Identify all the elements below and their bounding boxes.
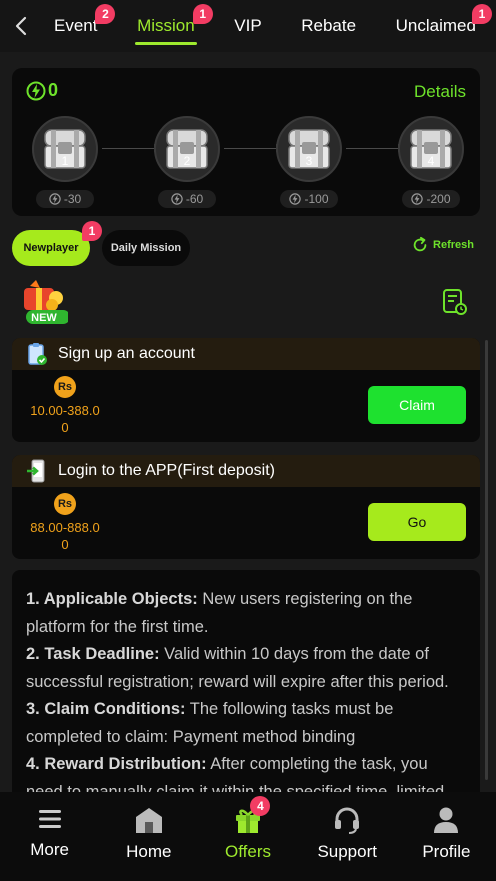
rupee-coin-icon: Rs [54,376,76,398]
nav-profile[interactable]: Profile [397,792,496,881]
refresh-button[interactable]: Refresh [411,236,474,254]
task-title: Sign up an account [58,345,195,362]
chest-2[interactable]: 2 -60 [152,116,222,210]
nav-label: Offers [225,842,271,861]
record-doc-icon[interactable] [442,288,468,316]
phone-login-icon [27,459,45,483]
task-header: Sign up an account [12,338,480,370]
tab-badge: 1 [471,4,492,24]
scrollbar[interactable] [485,340,488,780]
profile-icon [434,807,459,833]
track-line [346,148,398,149]
new-tag: NEW [31,312,57,324]
subtab-newplayer[interactable]: Newplayer [12,230,90,266]
subtab-daily-mission[interactable]: Daily Mission [102,230,190,266]
task-body: Rs 10.00-388.0 0 Claim [12,370,480,442]
nav-label: Profile [422,842,471,861]
chest-number: 1 [62,154,69,168]
tab-label: Event [54,16,98,35]
chest-icon: 4 [398,116,464,182]
tab-badge: 2 [95,4,116,24]
clipboard-check-icon [28,343,47,365]
chest-progress-panel: 0 Details 1 -30 2 -60 3 -100 4 -200 [12,68,480,216]
chest-4[interactable]: 4 -200 [396,116,466,210]
task-body: Rs 88.00-888.0 0 Go [12,487,480,559]
chest-track: 1 -30 2 -60 3 -100 4 -200 [12,116,480,210]
task-card: Login to the APP(First deposit) Rs 88.00… [12,455,480,559]
task-card: Sign up an account Rs 10.00-388.0 0 Clai… [12,338,480,442]
reward-amount: 10.00-388.0 0 [30,403,100,435]
chest-cost: -200 [402,190,460,208]
rule-item: 1. Applicable Objects: New users registe… [26,590,413,636]
claim-button[interactable]: Claim [368,386,466,424]
top-tab-bar: Event 2 Mission 1 VIP Rebate Unclaimed 1 [0,0,496,52]
headset-icon [335,807,360,834]
lightning-icon [26,81,46,100]
nav-offers[interactable]: 4 Offers [198,792,297,881]
nav-more[interactable]: More [0,792,99,881]
tab-badge: 1 [192,4,213,24]
task-header: Login to the APP(First deposit) [12,455,480,487]
nav-badge: 4 [250,796,271,816]
rule-item: 3. Claim Conditions: The following tasks… [26,700,394,746]
refresh-label: Refresh [433,239,474,251]
chest-icon: 3 [276,116,342,182]
tab-label: Rebate [301,16,357,35]
go-button[interactable]: Go [368,503,466,541]
chest-1[interactable]: 1 -30 [30,116,100,210]
nav-label: More [30,840,69,859]
tab-rebate[interactable]: Rebate [297,0,360,52]
back-arrow-icon[interactable] [10,14,34,38]
refresh-icon [413,236,427,252]
nav-label: Home [126,842,172,861]
tab-unclaimed[interactable]: Unclaimed 1 [392,0,492,52]
new-player-gift-icon: NEW [24,280,68,324]
tab-label: Unclaimed [395,16,476,35]
chest-icon: 1 [32,116,98,182]
chest-3[interactable]: 3 -100 [274,116,344,210]
rules-panel: 1. Applicable Objects: New users registe… [12,570,480,800]
chest-number: 3 [306,154,313,168]
home-icon [135,808,162,833]
chest-cost: -60 [158,190,216,208]
track-line [224,148,276,149]
chest-icon: 2 [154,116,220,182]
bottom-nav: More Home 4 Offers Support Profile [0,792,496,881]
activity-points: 0 [26,80,58,101]
chest-number: 4 [428,154,435,168]
reward-amount: 88.00-888.0 0 [30,520,100,552]
nav-support[interactable]: Support [298,792,397,881]
tab-mission[interactable]: Mission 1 [133,0,213,52]
tab-vip[interactable]: VIP [230,0,265,52]
subtab-badge: 1 [82,221,102,241]
rule-item: 2. Task Deadline: Valid within 10 days f… [26,645,449,691]
tab-event[interactable]: Event 2 [50,0,116,52]
nav-label: Support [317,842,377,861]
menu-icon [38,810,61,828]
track-line [102,148,154,149]
task-title: Login to the APP(First deposit) [58,462,275,479]
chest-cost: -100 [280,190,338,208]
nav-home[interactable]: Home [99,792,198,881]
points-value: 0 [48,80,59,100]
tab-label: VIP [234,16,262,35]
details-link[interactable]: Details [414,82,466,102]
tab-label: Mission [137,16,195,35]
rupee-coin-icon: Rs [54,493,76,515]
chest-cost: -30 [36,190,94,208]
chest-number: 2 [184,154,191,168]
